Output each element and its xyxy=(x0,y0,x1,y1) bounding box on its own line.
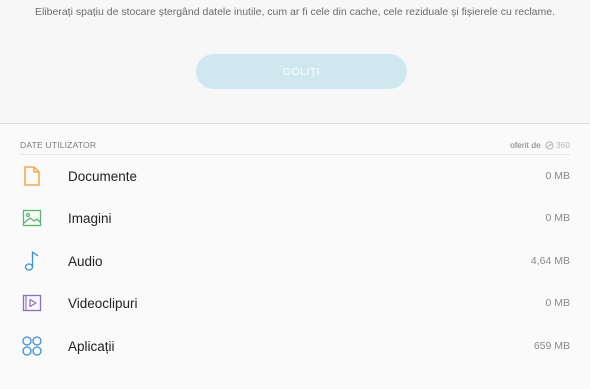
list-item-size: 0 MB xyxy=(545,297,570,309)
user-data-title: DATE UTILIZATOR xyxy=(20,140,97,150)
list-item-size: 0 MB xyxy=(545,212,570,224)
document-icon xyxy=(21,165,43,187)
provider-credit: oferit de 360 xyxy=(510,140,570,150)
user-data-header: DATE UTILIZATOR oferit de 360 xyxy=(20,137,570,153)
list-item-size: 4,64 MB xyxy=(530,255,570,267)
music-note-icon xyxy=(21,250,43,272)
image-icon xyxy=(21,207,43,229)
list-item-label: Imagini xyxy=(68,210,112,226)
list-item-size: 0 MB xyxy=(545,170,570,182)
list-item-audio[interactable]: Audio 4,64 MB xyxy=(0,240,590,282)
provider-prefix: oferit de xyxy=(510,140,541,150)
clean-section: Eliberați spațiu de stocare ștergând dat… xyxy=(0,0,590,124)
list-item-documents[interactable]: Documente 0 MB xyxy=(0,155,590,197)
clean-description: Eliberați spațiu de stocare ștergând dat… xyxy=(34,6,556,18)
provider-logo-icon xyxy=(545,140,554,150)
list-item-size: 659 MB xyxy=(533,340,570,352)
user-data-panel: DATE UTILIZATOR oferit de 360 Documente … xyxy=(0,124,590,389)
list-item-videos[interactable]: Videoclipuri 0 MB xyxy=(0,282,590,324)
apps-icon xyxy=(21,335,43,357)
video-icon xyxy=(21,292,43,314)
list-item-apps[interactable]: Aplicații 659 MB xyxy=(0,325,590,367)
list-item-label: Documente xyxy=(68,168,138,184)
clean-button[interactable]: GOLIȚI xyxy=(196,54,407,89)
list-item-label: Aplicații xyxy=(68,338,115,354)
list-item-label: Videoclipuri xyxy=(68,295,138,311)
list-item-label: Audio xyxy=(68,253,103,269)
provider-name: 360 xyxy=(555,140,570,150)
list-item-images[interactable]: Imagini 0 MB xyxy=(0,197,590,239)
provider-logo: 360 xyxy=(545,140,570,150)
